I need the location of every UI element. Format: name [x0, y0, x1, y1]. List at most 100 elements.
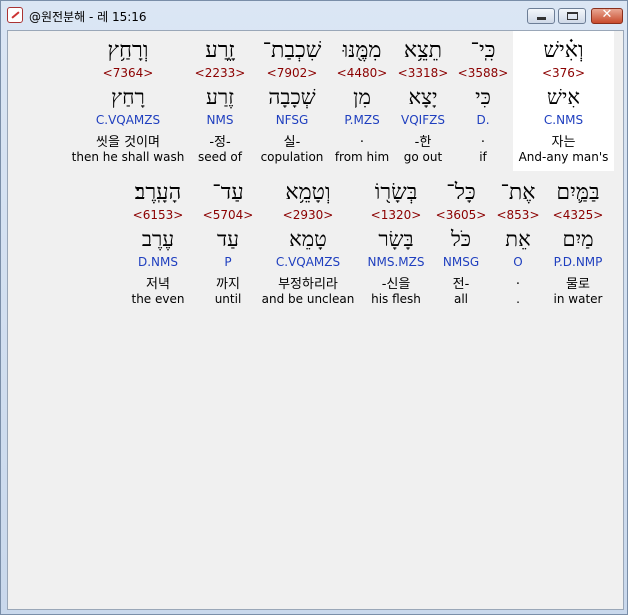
english-gloss: his flesh [371, 292, 421, 306]
korean-gloss: 실- [283, 135, 301, 150]
english-gloss: if [479, 150, 487, 164]
english-gloss: . [516, 292, 520, 306]
parsing-code: P [224, 255, 232, 269]
strong-number: <7902> [266, 66, 318, 80]
korean-gloss: . [515, 273, 521, 288]
english-gloss: copulation [260, 150, 324, 164]
strong-number: <7364> [102, 66, 154, 80]
hebrew-word: תֵצֵ֥א [403, 38, 443, 63]
lemma: יָצָא [408, 85, 438, 109]
lemma: בָּשָׂר [378, 227, 414, 251]
hebrew-word: אֶת־ [500, 180, 536, 205]
word-cell[interactable]: שִׁכְבַת־ <7902> שְׁכָבָה NFSG 실- copula… [253, 31, 331, 171]
strong-number: <376> [541, 66, 585, 80]
lemma: עֶרֶב [141, 227, 175, 251]
lemma: שְׁכָבָה [268, 85, 316, 109]
strong-number: <6153> [132, 208, 184, 222]
korean-gloss: -한 [414, 135, 432, 150]
word-cell[interactable]: אֶת־ <853> אֵת O . . [496, 173, 540, 313]
strong-number: <3605> [435, 208, 487, 222]
hebrew-word: בְּשָׂר֖וֹ [374, 180, 418, 205]
parsing-code: P.D.NMP [553, 255, 603, 269]
english-gloss: from him [334, 150, 390, 164]
korean-gloss: -신을 [381, 277, 411, 292]
parsing-code: D. [476, 113, 490, 127]
hebrew-word: וְרָחַ֥ץ [107, 38, 149, 63]
korean-gloss: . [480, 131, 486, 146]
hebrew-word: שִׁכְבַת־ [262, 38, 322, 63]
word-cell[interactable]: בְּשָׂר֖וֹ <1320> בָּשָׂר NMS.MZS -신을 hi… [362, 173, 430, 313]
english-gloss: seed of [197, 150, 242, 164]
word-cell[interactable]: מִמֶּ֖נּוּ <4480> מִן P.MZS . from him [333, 31, 391, 171]
word-cell[interactable]: זָ֑רַע <2233> זֶרַע NMS -정- seed of [191, 31, 249, 171]
english-gloss: And-any man's [518, 150, 609, 164]
hebrew-word: עַד־ [212, 180, 244, 205]
hebrew-word: כִּֽי־ [470, 38, 496, 63]
word-cell[interactable]: וְאִ֗ישׁ <376> אִישׁ C.NMS 자는 And-any ma… [513, 31, 614, 171]
verse-line-1: וְאִ֗ישׁ <376> אִישׁ C.NMS 자는 And-any ma… [8, 31, 623, 171]
word-analysis-panel: וְאִ֗ישׁ <376> אִישׁ C.NMS 자는 And-any ma… [7, 30, 624, 610]
word-cell[interactable]: כָּל־ <3605> כֹּל NMSG 전- all [432, 173, 490, 313]
parsing-code: C.NMS [543, 113, 584, 127]
korean-gloss: 까지 [216, 277, 240, 292]
korean-gloss: -정- [209, 135, 231, 150]
close-icon: ✕ [601, 7, 613, 22]
word-cell[interactable]: כִּֽי־ <3588> כִּי D. . if [455, 31, 511, 171]
hebrew-word: זָ֑רַע [205, 38, 235, 63]
hebrew-word: וְאִ֗ישׁ [543, 38, 584, 63]
parsing-code: NMS.MZS [367, 255, 425, 269]
english-gloss: until [214, 292, 242, 306]
lemma: אִישׁ [547, 85, 580, 109]
parsing-code: NFSG [275, 113, 309, 127]
lemma: מַיִם [562, 227, 594, 251]
word-cell[interactable]: עַד־ <5704> עַד P 까지 until [200, 173, 256, 313]
lemma: כֹּל [450, 227, 472, 251]
lemma: כִּי [475, 85, 491, 109]
verse-line-2: בַּמַּ֛יִם <4325> מַיִם P.D.NMP 물로 in wa… [8, 173, 623, 313]
maximize-button[interactable] [558, 8, 586, 24]
parsing-code: VQIFZS [401, 113, 445, 127]
app-window: @원전분해 - 레 15:16 ✕ וְאִ֗ישׁ <376> אִישׁ C… [0, 0, 628, 615]
strong-number: <3318> [397, 66, 449, 80]
word-cell[interactable]: תֵצֵ֥א <3318> יָצָא VQIFZS -한 go out [394, 31, 452, 171]
korean-gloss: 전- [452, 277, 470, 292]
korean-gloss: 부정하리라 [278, 277, 338, 292]
minimize-icon [537, 17, 546, 20]
word-cell[interactable]: וְרָחַ֥ץ <7364> רָחַץ C.VQAMZS 씻을 것이며 th… [70, 31, 186, 171]
strong-number: <3588> [457, 66, 509, 80]
korean-gloss: 저녁 [146, 277, 170, 292]
lemma: עַד [217, 227, 239, 251]
korean-gloss: . [359, 131, 365, 146]
close-button[interactable]: ✕ [591, 7, 623, 24]
word-cell[interactable]: הָעָֽרֶב׃ <6153> עֶרֶב D.NMS 저녁 the even [120, 173, 196, 313]
strong-number: <853> [496, 208, 540, 222]
strong-number: <2233> [194, 66, 246, 80]
minimize-button[interactable] [527, 8, 555, 24]
window-title: @원전분해 - 레 15:16 [29, 10, 147, 24]
english-gloss: go out [403, 150, 443, 164]
maximize-icon [567, 12, 578, 20]
word-cell[interactable]: וְטָמֵ֥א <2930> טָמֵא C.VQAMZS 부정하리라 and… [260, 173, 356, 313]
english-gloss: the even [131, 292, 185, 306]
korean-gloss: 자는 [551, 135, 576, 150]
hebrew-word: מִמֶּ֖נּוּ [342, 38, 382, 63]
parsing-code: P.MZS [344, 113, 380, 127]
english-gloss: and be unclean [261, 292, 355, 306]
korean-gloss: 씻을 것이며 [96, 135, 160, 150]
strong-number: <4480> [336, 66, 388, 80]
hebrew-word: כָּל־ [446, 180, 476, 205]
title-bar[interactable]: @원전분해 - 레 15:16 ✕ [1, 1, 627, 29]
lemma: זֶרַע [205, 85, 235, 109]
korean-gloss: 물로 [566, 277, 590, 292]
hebrew-word: וְטָמֵ֥א [285, 180, 331, 205]
parsing-code: D.NMS [137, 255, 178, 269]
strong-number: <4325> [552, 208, 604, 222]
lemma: רָחַץ [111, 85, 145, 109]
strong-number: <1320> [370, 208, 422, 222]
english-gloss: then he shall wash [71, 150, 185, 164]
word-cell[interactable]: בַּמַּ֛יִם <4325> מַיִם P.D.NMP 물로 in wa… [544, 173, 612, 313]
english-gloss: all [453, 292, 469, 306]
parsing-code: NMSG [442, 255, 480, 269]
app-icon[interactable] [7, 7, 23, 23]
lemma: טָמֵא [289, 227, 327, 251]
